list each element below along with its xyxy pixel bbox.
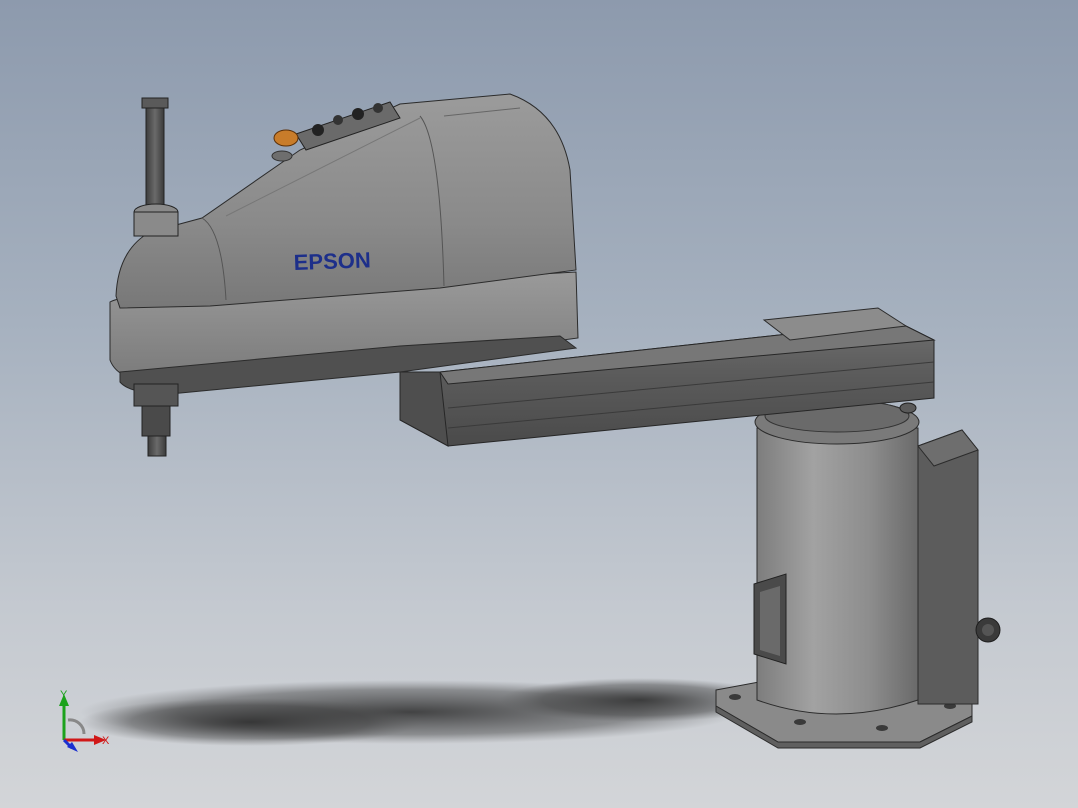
robot-model[interactable]: EPSON bbox=[0, 0, 1078, 808]
graphics-viewport[interactable]: EPSON Y X bbox=[0, 0, 1078, 808]
base-column[interactable] bbox=[753, 399, 1001, 715]
epson-logo: EPSON bbox=[293, 247, 371, 275]
ground-shadow bbox=[80, 678, 780, 746]
first-arm-housing[interactable]: EPSON bbox=[109, 93, 579, 395]
coordinate-triad: Y X bbox=[59, 689, 110, 752]
triad-x-label: X bbox=[102, 735, 110, 747]
triad-y-label: Y bbox=[60, 689, 68, 701]
